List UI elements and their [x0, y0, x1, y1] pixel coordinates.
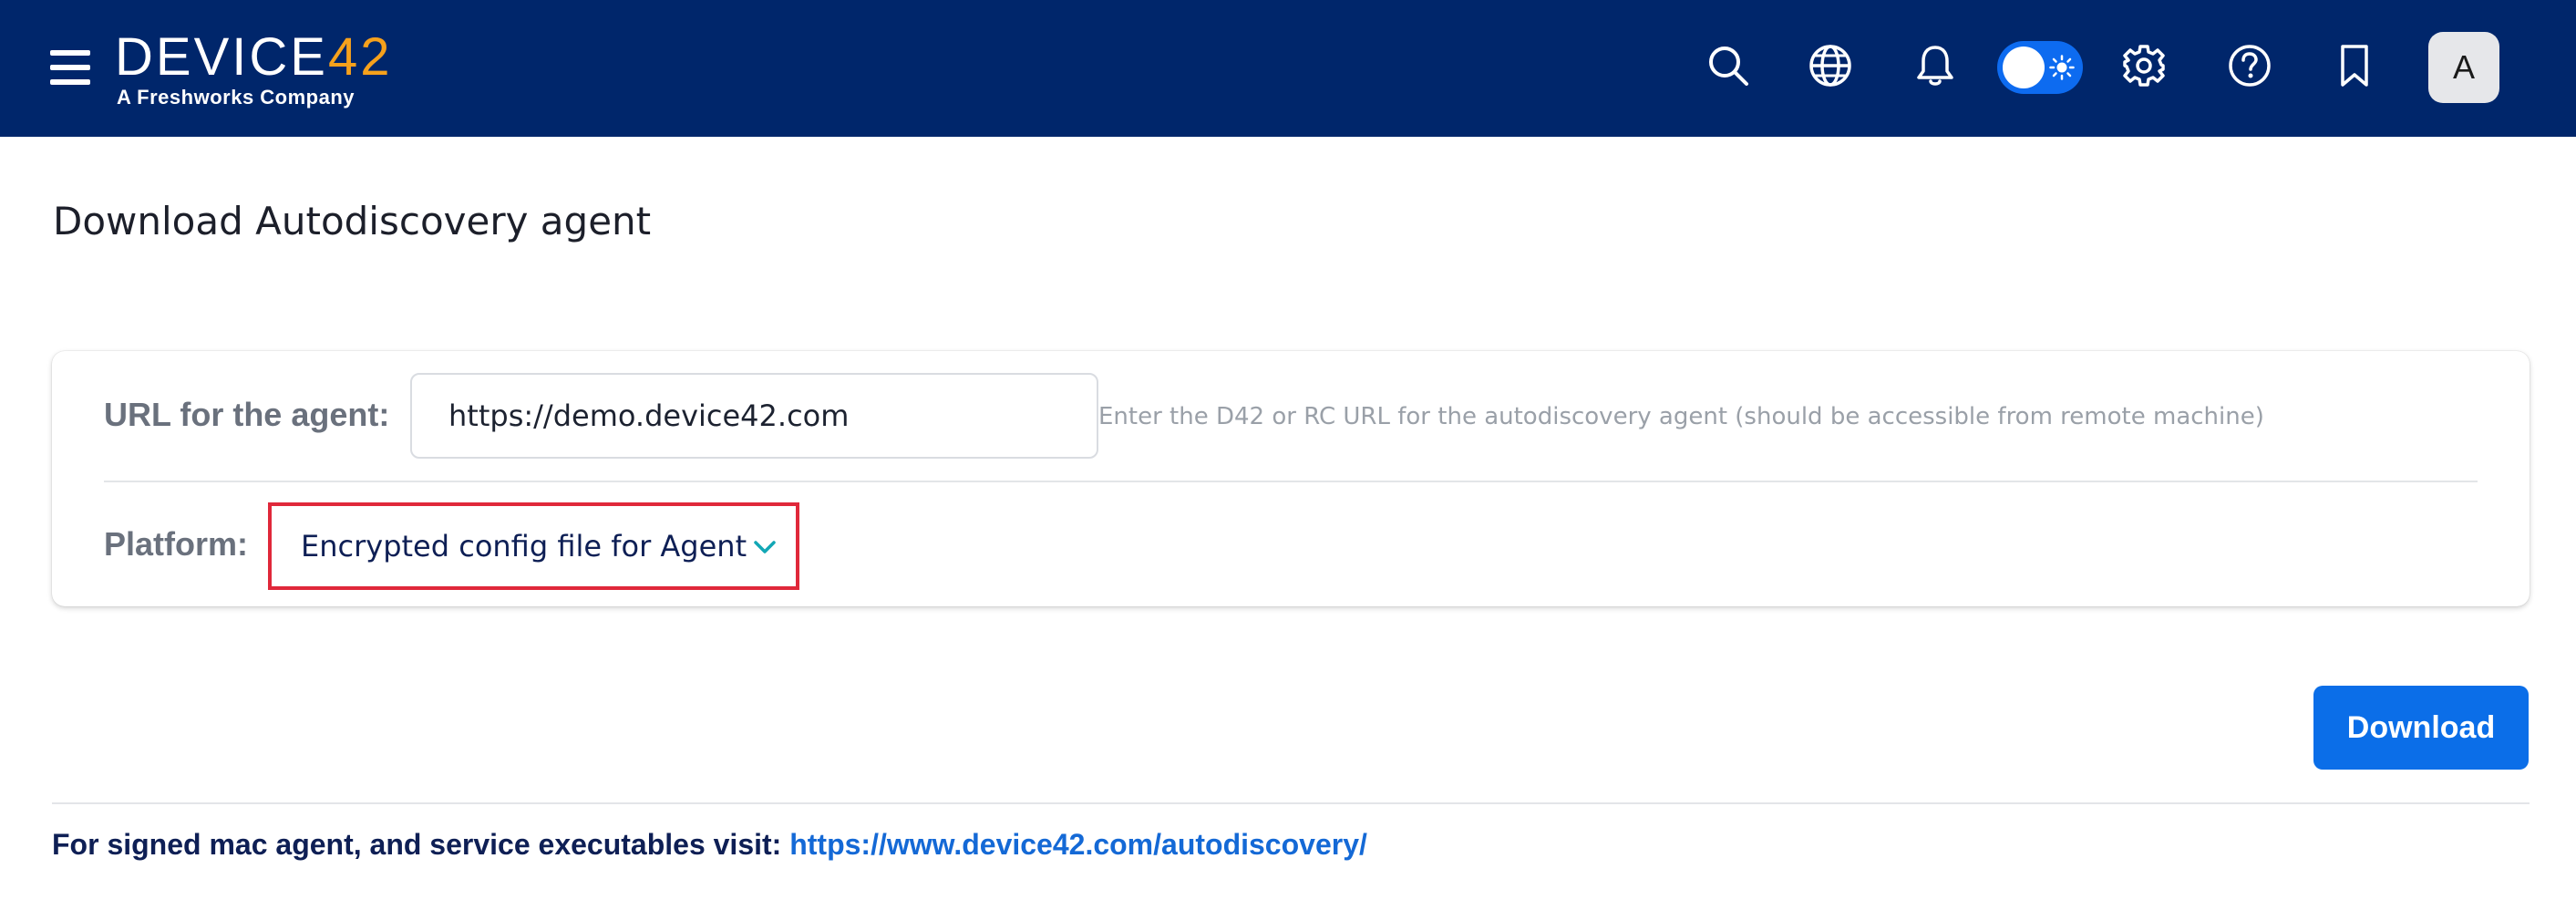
- top-navbar: DEVICE42 A Freshworks Company A: [0, 0, 2576, 137]
- footer-note: For signed mac agent, and service execut…: [52, 826, 1367, 863]
- logo-tagline: A Freshworks Company: [117, 86, 355, 109]
- agent-settings-card: URL for the agent: Enter the D42 or RC U…: [52, 351, 2530, 606]
- footer-divider: [52, 802, 2530, 804]
- field-divider: [104, 481, 2478, 482]
- device42-logo[interactable]: DEVICE42 A Freshworks Company: [115, 29, 389, 111]
- help-icon[interactable]: [2222, 38, 2277, 93]
- page-title: Download Autodiscovery agent: [53, 199, 652, 243]
- footer-note-text: For signed mac agent, and service execut…: [52, 828, 782, 861]
- autodiscovery-link[interactable]: https://www.device42.com/autodiscovery/: [789, 828, 1367, 861]
- agent-url-input[interactable]: [410, 373, 1098, 459]
- platform-label: Platform:: [104, 525, 249, 563]
- url-help-text: Enter the D42 or RC URL for the autodisc…: [1098, 403, 2264, 430]
- theme-toggle[interactable]: [1997, 41, 2083, 94]
- user-avatar[interactable]: A: [2428, 32, 2499, 103]
- bell-icon[interactable]: [1908, 38, 1963, 93]
- toggle-knob: [2003, 47, 2045, 88]
- url-label: URL for the agent:: [104, 396, 390, 433]
- download-button[interactable]: Download: [2313, 686, 2529, 770]
- search-icon[interactable]: [1701, 38, 1756, 93]
- gear-icon[interactable]: [2117, 38, 2171, 93]
- platform-selected-value: Encrypted config file for Agent: [301, 529, 747, 564]
- logo-wordmark: DEVICE42: [115, 27, 393, 87]
- sun-icon: [2049, 55, 2075, 80]
- globe-icon[interactable]: [1803, 38, 1858, 93]
- chevron-down-icon: [754, 541, 776, 553]
- bookmark-icon[interactable]: [2327, 38, 2382, 93]
- platform-select[interactable]: Encrypted config file for Agent: [268, 502, 799, 590]
- menu-icon[interactable]: [50, 50, 90, 85]
